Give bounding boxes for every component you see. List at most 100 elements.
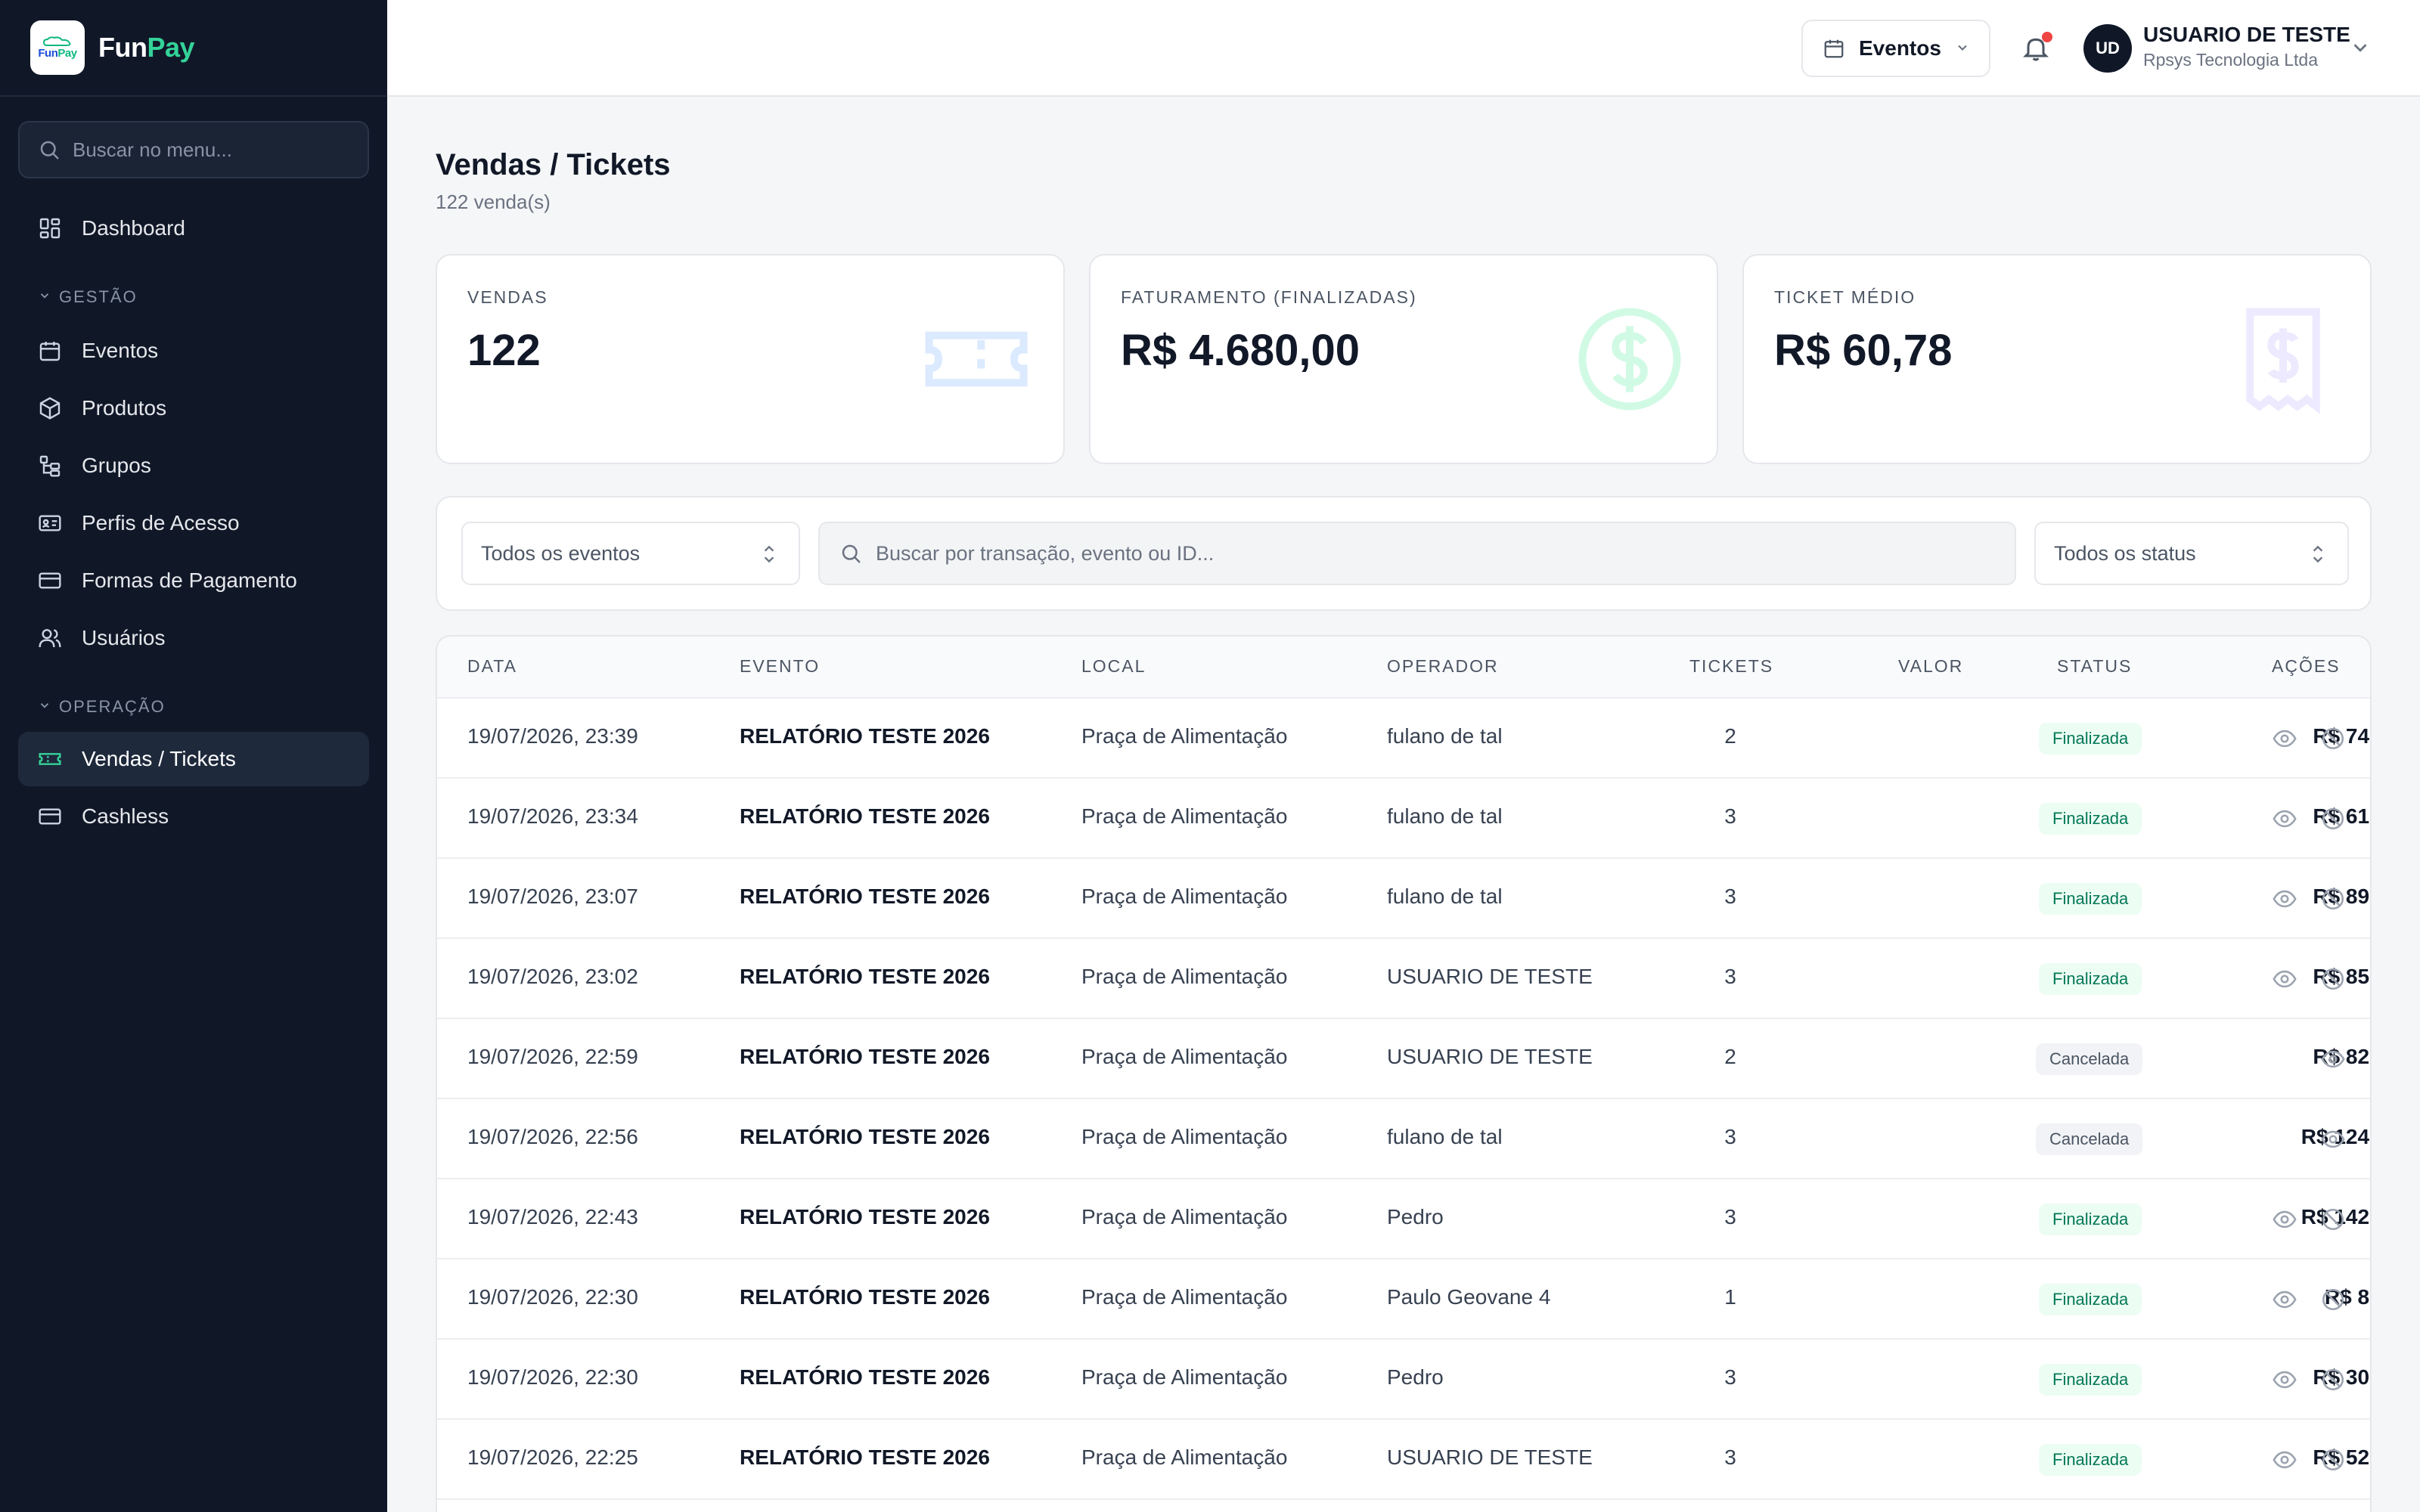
cell-operator: Pedro bbox=[1387, 1365, 1444, 1389]
sidebar-item-pagamento[interactable]: Formas de Pagamento bbox=[18, 553, 369, 608]
cell-event: RELATÓRIO TESTE 2026 bbox=[740, 885, 990, 908]
section-operacao[interactable]: OPERAÇÃO bbox=[38, 697, 166, 717]
sidebar-item-vendas[interactable]: Vendas / Tickets bbox=[18, 732, 369, 786]
sidebar-item-eventos[interactable]: Eventos bbox=[18, 324, 369, 378]
cell-local: Praça de Alimentação bbox=[1081, 885, 1288, 908]
events-filter-select[interactable]: Todos os eventos bbox=[461, 522, 800, 585]
sidebar-item-usuarios[interactable]: Usuários bbox=[18, 611, 369, 665]
status-badge: Finalizada bbox=[2039, 1444, 2142, 1476]
events-dropdown-button[interactable]: Eventos bbox=[1801, 20, 1990, 77]
menu-search-input[interactable] bbox=[73, 138, 360, 162]
table-row[interactable]: 19/07/2026, 22:30 RELATÓRIO TESTE 2026 Pra… bbox=[437, 1259, 2370, 1340]
view-icon[interactable] bbox=[2272, 1447, 2297, 1473]
cell-value: R$ 30,00 bbox=[2313, 1365, 2370, 1389]
view-icon[interactable] bbox=[2272, 886, 2297, 912]
view-icon[interactable] bbox=[2272, 1287, 2297, 1312]
view-icon[interactable] bbox=[2272, 1207, 2297, 1232]
status-filter-select[interactable]: Todos os status bbox=[2034, 522, 2349, 585]
view-icon[interactable] bbox=[2320, 1126, 2346, 1152]
cell-date: 19/07/2026, 22:30 bbox=[467, 1285, 638, 1309]
dashboard-icon bbox=[36, 215, 64, 242]
view-icon[interactable] bbox=[2272, 1367, 2297, 1393]
sidebar-item-cashless[interactable]: Cashless bbox=[18, 789, 369, 844]
table-row[interactable]: 19/07/2026, 23:34 RELATÓRIO TESTE 2026 Pra… bbox=[437, 779, 2370, 859]
notification-dot bbox=[2042, 32, 2052, 42]
cell-value: R$ 124,00 bbox=[2301, 1125, 2370, 1148]
table-row[interactable]: 19/07/2026, 23:02 RELATÓRIO TESTE 2026 Pra… bbox=[437, 939, 2370, 1019]
cancel-icon[interactable] bbox=[2320, 886, 2346, 912]
sidebar-item-perfis[interactable]: Perfis de Acesso bbox=[18, 496, 369, 550]
column-header-valor[interactable]: VALOR bbox=[1898, 656, 1963, 677]
cell-date: 19/07/2026, 23:34 bbox=[467, 804, 638, 828]
logo-cloud-icon bbox=[42, 36, 71, 46]
cell-event: RELATÓRIO TESTE 2026 bbox=[740, 1205, 990, 1228]
logo-text: FunPay bbox=[38, 46, 77, 60]
group-tree-icon bbox=[36, 452, 64, 479]
stat-label: TICKET MÉDIO bbox=[1774, 287, 1916, 307]
sidebar-item-produtos[interactable]: Produtos bbox=[18, 381, 369, 435]
cell-local: Praça de Alimentação bbox=[1081, 804, 1288, 828]
notifications-button[interactable] bbox=[2018, 30, 2054, 67]
transactions-search[interactable] bbox=[818, 522, 2016, 585]
column-header-data[interactable]: DATA bbox=[467, 656, 517, 677]
filters-bar: Todos os eventos Todos os status bbox=[436, 496, 2372, 611]
brand-logo: FunPay bbox=[30, 20, 85, 75]
view-icon[interactable] bbox=[2272, 726, 2297, 751]
column-header-local[interactable]: LOCAL bbox=[1081, 656, 1146, 677]
table-row[interactable]: 19/07/2026, 23:07 RELATÓRIO TESTE 2026 Pra… bbox=[437, 859, 2370, 939]
status-badge: Finalizada bbox=[2039, 883, 2142, 915]
cell-local: Praça de Alimentação bbox=[1081, 1285, 1288, 1309]
credit-card-icon bbox=[36, 803, 64, 830]
chevron-up-down-icon bbox=[2308, 543, 2328, 571]
section-gestao[interactable]: GESTÃO bbox=[38, 287, 138, 307]
sidebar-item-label: Produtos bbox=[82, 396, 167, 420]
cell-local: Praça de Alimentação bbox=[1081, 724, 1288, 748]
sidebar-item-label: Usuários bbox=[82, 626, 166, 649]
cancel-icon[interactable] bbox=[2320, 1447, 2346, 1473]
search-icon bbox=[842, 544, 861, 563]
section-label: OPERAÇÃO bbox=[59, 697, 166, 716]
table-row[interactable]: 19/07/2026, 22:59 RELATÓRIO TESTE 2026 Pra… bbox=[437, 1019, 2370, 1099]
credit-card-icon bbox=[36, 567, 64, 594]
sidebar-item-label: Vendas / Tickets bbox=[82, 747, 236, 770]
view-icon[interactable] bbox=[2272, 806, 2297, 832]
column-header-evento[interactable]: EVENTO bbox=[740, 656, 820, 677]
sales-table: DATA EVENTO LOCAL OPERADOR TICKETS VALOR… bbox=[436, 635, 2372, 1512]
table-row[interactable]: 19/07/2026, 23:39 RELATÓRIO TESTE 2026 Pra… bbox=[437, 699, 2370, 779]
section-label: GESTÃO bbox=[59, 287, 138, 306]
sidebar-item-dashboard[interactable]: Dashboard bbox=[18, 201, 369, 256]
cancel-icon[interactable] bbox=[2320, 1367, 2346, 1393]
brand[interactable]: FunPay FunPay bbox=[0, 0, 387, 97]
status-filter-value: Todos os status bbox=[2054, 541, 2196, 565]
status-badge: Finalizada bbox=[2039, 803, 2142, 835]
chevron-up-down-icon bbox=[759, 543, 779, 571]
cell-local: Praça de Alimentação bbox=[1081, 1365, 1288, 1389]
column-header-status[interactable]: STATUS bbox=[2057, 656, 2132, 677]
column-header-operador[interactable]: OPERADOR bbox=[1387, 656, 1499, 677]
cancel-icon[interactable] bbox=[2320, 1207, 2346, 1232]
cancel-icon[interactable] bbox=[2320, 966, 2346, 992]
cell-value: R$ 61,00 bbox=[2313, 804, 2370, 828]
events-filter-value: Todos os eventos bbox=[481, 541, 641, 565]
table-row[interactable]: 19/07/2026, 22:30 RELATÓRIO TESTE 2026 Pra… bbox=[437, 1340, 2370, 1420]
cancel-icon[interactable] bbox=[2320, 806, 2346, 832]
sidebar-item-grupos[interactable]: Grupos bbox=[18, 438, 369, 493]
table-row[interactable]: 19/07/2026, 22:56 RELATÓRIO TESTE 2026 Pra… bbox=[437, 1099, 2370, 1179]
transactions-search-input[interactable] bbox=[876, 541, 1934, 565]
avatar[interactable]: UD bbox=[2083, 24, 2132, 73]
view-icon[interactable] bbox=[2320, 1046, 2346, 1072]
cell-local: Praça de Alimentação bbox=[1081, 1125, 1288, 1148]
cancel-icon[interactable] bbox=[2320, 1287, 2346, 1312]
cell-date: 19/07/2026, 22:56 bbox=[467, 1125, 638, 1148]
column-header-tickets[interactable]: TICKETS bbox=[1689, 656, 1773, 677]
table-row[interactable]: 19/07/2026, 22:43 RELATÓRIO TESTE 2026 Pra… bbox=[437, 1179, 2370, 1259]
view-icon[interactable] bbox=[2272, 966, 2297, 992]
stat-value: R$ 60,78 bbox=[1774, 326, 1953, 375]
user-name[interactable]: USUARIO DE TESTE bbox=[2143, 23, 2350, 47]
chevron-down-icon[interactable] bbox=[2349, 36, 2372, 63]
table-row[interactable]: 19/07/2026, 22:25 RELATÓRIO TESTE 2026 Pra… bbox=[437, 1420, 2370, 1500]
status-badge: Cancelada bbox=[2036, 1123, 2143, 1155]
events-button-label: Eventos bbox=[1859, 36, 1941, 60]
cancel-icon[interactable] bbox=[2320, 726, 2346, 751]
menu-search[interactable] bbox=[18, 121, 369, 178]
